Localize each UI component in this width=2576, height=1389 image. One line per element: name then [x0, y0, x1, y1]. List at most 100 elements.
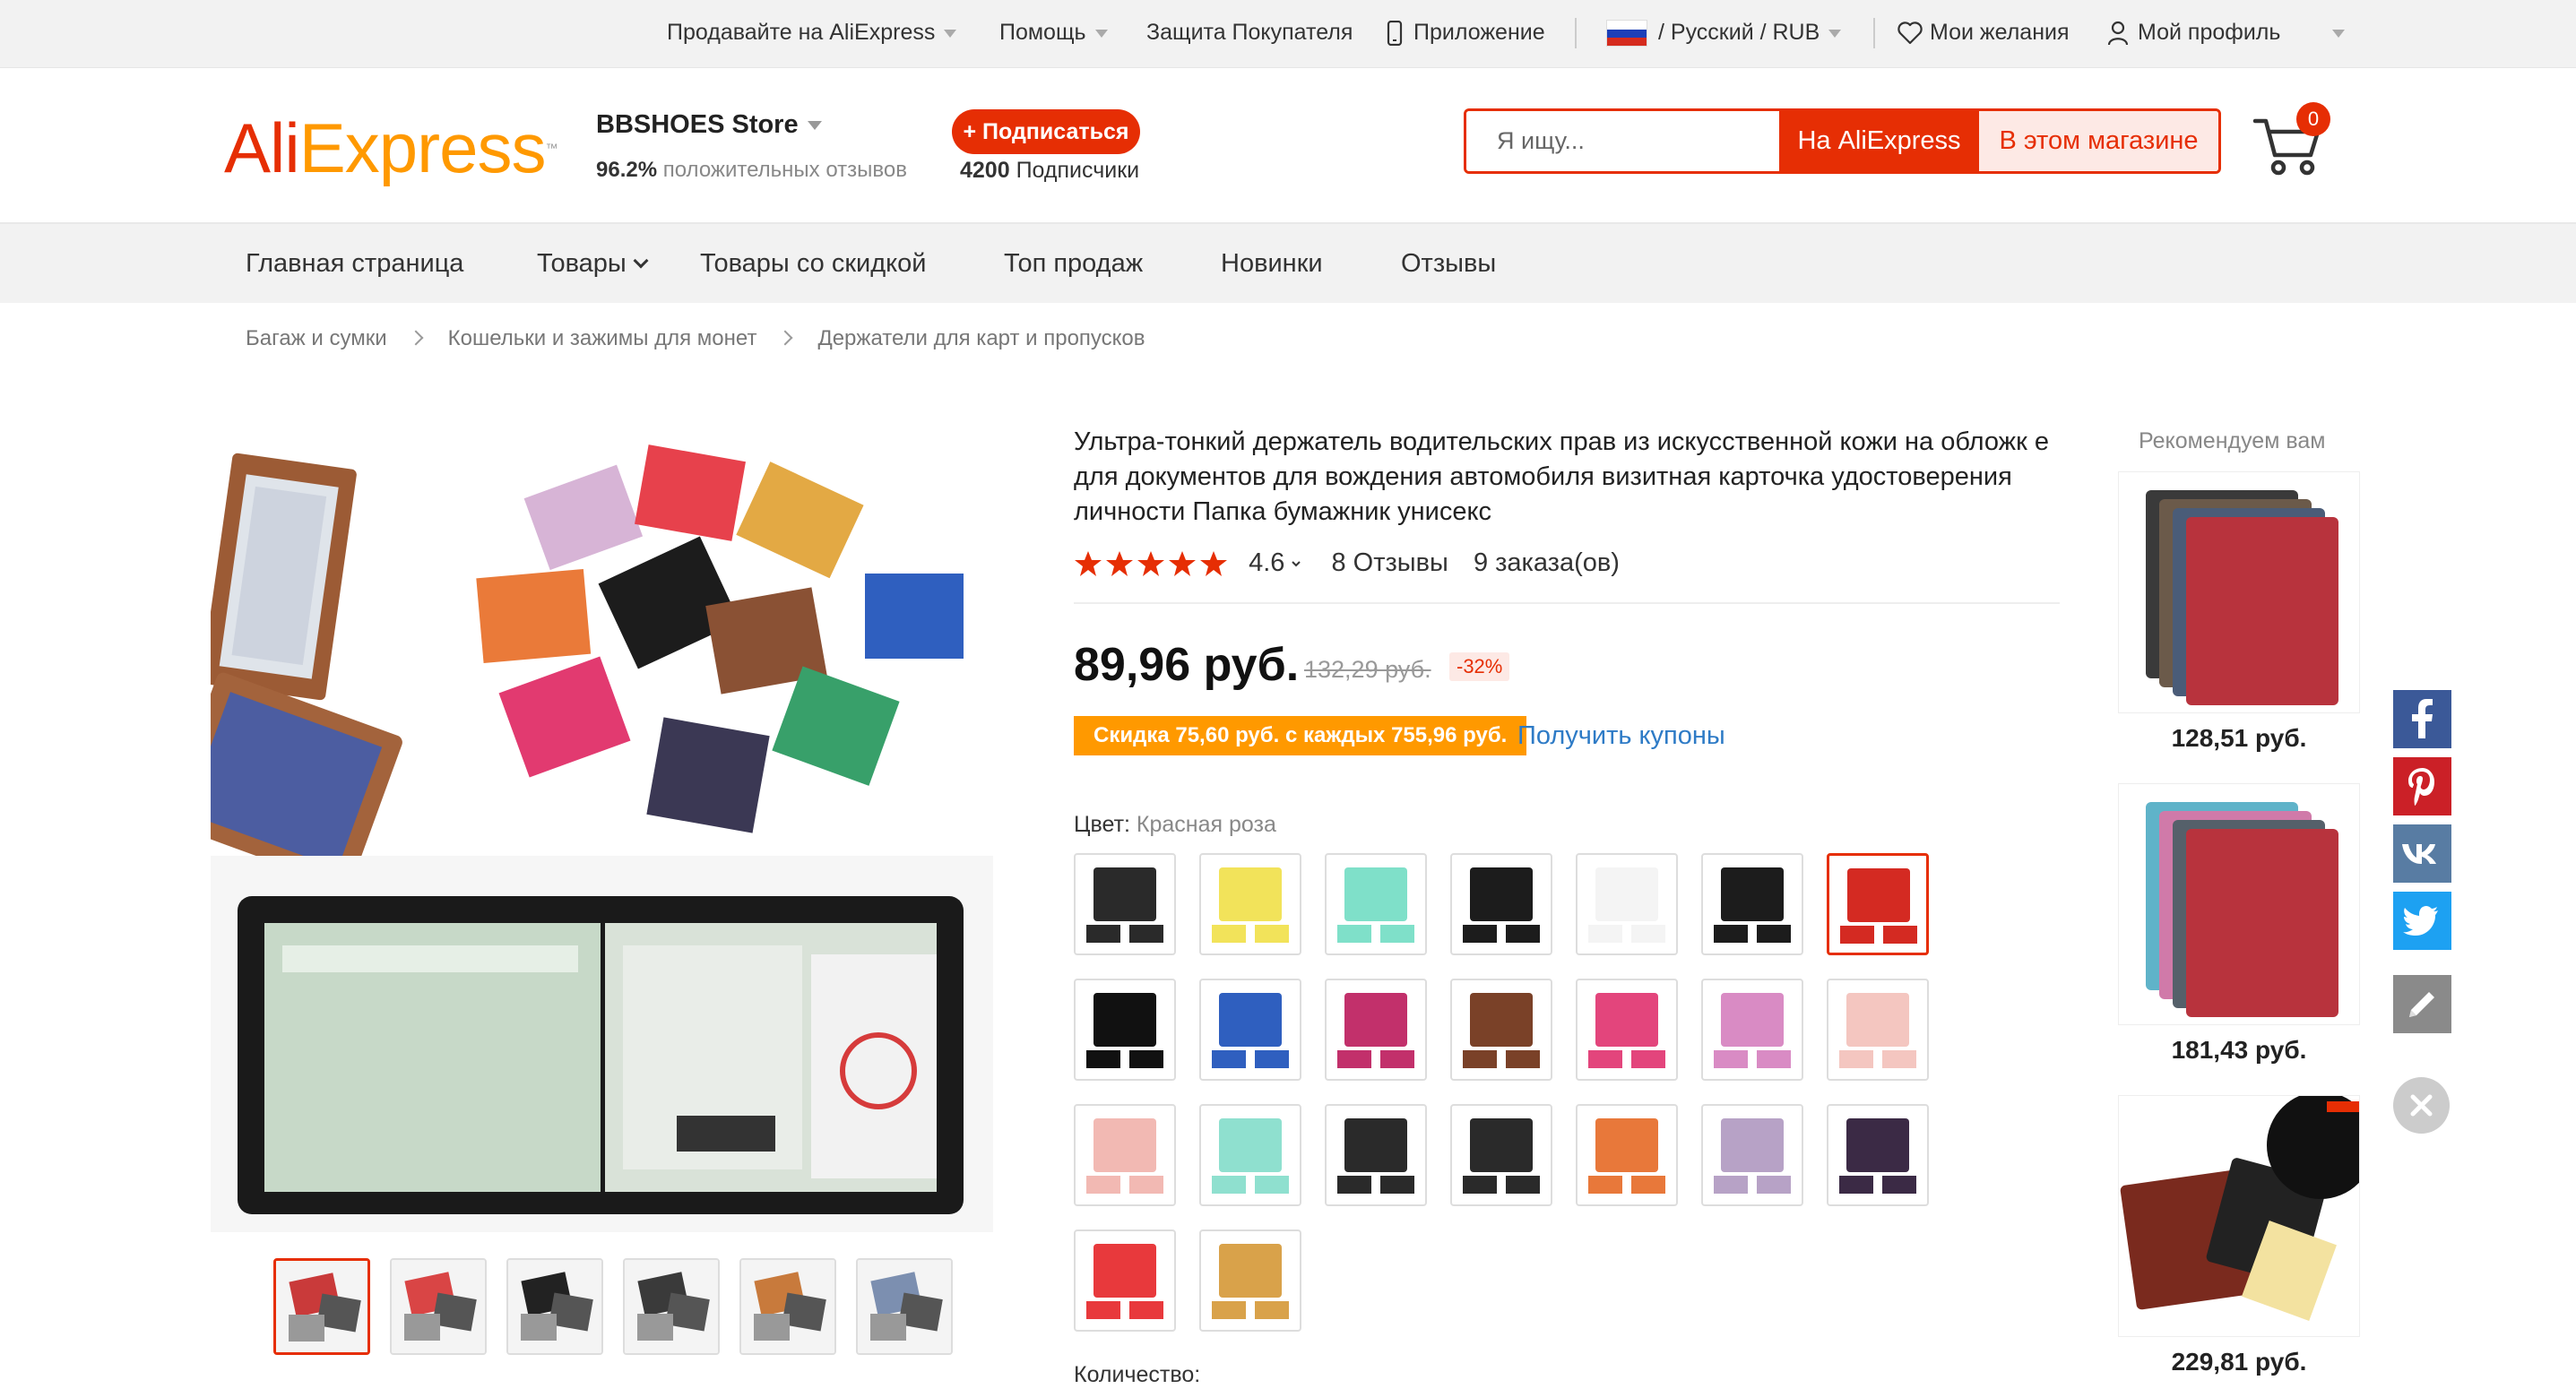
thumbnail[interactable]	[856, 1258, 953, 1355]
color-swatch[interactable]	[1701, 853, 1803, 955]
color-swatch[interactable]	[1450, 979, 1552, 1081]
breadcrumb-item[interactable]: Кошельки и зажимы для монет	[448, 326, 757, 350]
color-swatch[interactable]	[1199, 1104, 1301, 1206]
language-currency-selector[interactable]: / Русский / RUB	[1606, 0, 1842, 68]
rating-value[interactable]: 4.6	[1249, 548, 1302, 577]
thumbnail-image	[276, 1261, 367, 1352]
product-main-image[interactable]	[211, 426, 993, 1232]
thumbnail-image	[508, 1260, 601, 1353]
thumbnail[interactable]	[390, 1258, 487, 1355]
color-swatch[interactable]	[1450, 853, 1552, 955]
color-swatch-image	[1839, 993, 1916, 1068]
color-swatch[interactable]	[1325, 979, 1427, 1081]
aliexpress-logo[interactable]: AliExpress™	[224, 108, 558, 188]
vk-share-button[interactable]	[2393, 824, 2451, 883]
divider	[1074, 602, 2060, 604]
chevron-right-icon	[777, 330, 793, 346]
nav-item-top-sales[interactable]: Топ продаж	[1004, 224, 1143, 303]
nav-item-reviews[interactable]: Отзывы	[1401, 224, 1496, 303]
breadcrumb-item[interactable]: Багаж и сумки	[246, 326, 387, 350]
color-swatch-image	[1463, 1118, 1540, 1194]
color-swatch[interactable]	[1827, 979, 1929, 1081]
thumbnail[interactable]	[273, 1258, 370, 1355]
recommend-price: 229,81 руб.	[2171, 1348, 2307, 1376]
color-swatch-image	[1337, 993, 1414, 1068]
thumbnail[interactable]	[623, 1258, 720, 1355]
color-swatch-image	[1086, 1244, 1163, 1319]
edit-share-button[interactable]	[2393, 975, 2451, 1033]
color-swatch[interactable]	[1074, 979, 1176, 1081]
color-swatch[interactable]	[1325, 853, 1427, 955]
twitter-share-button[interactable]	[2393, 892, 2451, 950]
color-swatch-image	[1086, 993, 1163, 1068]
help-link[interactable]: Помощь	[999, 0, 1108, 68]
color-swatch[interactable]	[1701, 979, 1803, 1081]
buyer-protection-link[interactable]: Защита Покупателя	[1146, 0, 1353, 68]
nav-item-home[interactable]: Главная страница	[246, 224, 463, 303]
breadcrumb-item[interactable]: Держатели для карт и пропусков	[817, 326, 1145, 350]
recommend-image	[2146, 490, 2338, 705]
color-swatch-image	[1212, 1244, 1289, 1319]
profile-dropdown[interactable]	[2323, 0, 2345, 68]
close-social-button[interactable]	[2393, 1077, 2450, 1134]
color-swatch[interactable]	[1199, 979, 1301, 1081]
get-coupons-link[interactable]: Получить купоны	[1517, 717, 1725, 755]
star-rating	[1074, 548, 1231, 577]
star-icon	[1075, 551, 1102, 577]
recommend-card[interactable]	[2118, 471, 2360, 713]
profile-link[interactable]: Мой профиль	[2107, 0, 2280, 68]
color-swatch[interactable]	[1576, 979, 1678, 1081]
phone-icon	[1387, 21, 1403, 47]
color-swatch[interactable]	[1576, 1104, 1678, 1206]
color-swatch[interactable]	[1701, 1104, 1803, 1206]
wishlist-link[interactable]: Мои желания	[1897, 0, 2070, 68]
color-swatch[interactable]	[1576, 853, 1678, 955]
color-swatch[interactable]	[1199, 853, 1301, 955]
recommend-card[interactable]	[2118, 783, 2360, 1025]
current-price: 89,96 руб.	[1074, 639, 1300, 691]
pinterest-share-button[interactable]	[2393, 757, 2451, 815]
color-swatch[interactable]	[1199, 1229, 1301, 1332]
recommend-card[interactable]	[2118, 1095, 2360, 1337]
nav-item-products[interactable]: Товары	[537, 224, 649, 303]
top-bar: Продавайте на AliExpress Помощь Защита П…	[0, 0, 2576, 68]
store-name[interactable]: BBSHOES Store	[596, 110, 822, 140]
sell-on-aliexpress-link[interactable]: Продавайте на AliExpress	[667, 0, 957, 68]
chevron-down-icon	[2332, 29, 2345, 38]
search-input[interactable]	[1466, 111, 1779, 171]
color-swatch[interactable]	[1450, 1104, 1552, 1206]
color-swatch[interactable]	[1074, 1104, 1176, 1206]
orders-count: 9 заказа(ов)	[1473, 548, 1620, 577]
chevron-down-icon	[633, 253, 649, 269]
header: AliExpress™ BBSHOES Store 96.2% положите…	[0, 68, 2576, 224]
subscribe-button[interactable]: + Подписаться	[952, 109, 1140, 154]
logo-text-express: Express	[298, 108, 547, 187]
nav-item-sale[interactable]: Товары со скидкой	[700, 224, 926, 303]
nav-item-new[interactable]: Новинки	[1221, 224, 1323, 303]
thumbnail-photo	[276, 1261, 367, 1352]
app-link[interactable]: Приложение	[1387, 0, 1545, 68]
thumbnail-photo	[858, 1260, 951, 1353]
chevron-down-icon	[1292, 561, 1301, 567]
star-icon	[1137, 551, 1164, 577]
color-swatch[interactable]	[1325, 1104, 1427, 1206]
color-swatch[interactable]	[1074, 1229, 1176, 1332]
star-icon	[1200, 551, 1227, 577]
recommend-image	[2146, 802, 2338, 1017]
search-store-button[interactable]: В этом магазине	[1979, 111, 2218, 171]
thumbnail-photo	[508, 1260, 601, 1353]
color-swatch[interactable]	[1074, 853, 1176, 955]
rating-value-label: 4.6	[1249, 548, 1285, 577]
color-swatch-image	[1714, 1118, 1791, 1194]
store-name-label: BBSHOES Store	[596, 110, 799, 139]
reviews-link[interactable]: 8 Отзывы	[1331, 548, 1448, 577]
pencil-icon	[2409, 992, 2434, 1017]
thumbnail[interactable]	[739, 1258, 836, 1355]
facebook-share-button[interactable]	[2393, 690, 2451, 748]
color-swatch[interactable]	[1827, 853, 1929, 955]
user-icon	[2107, 22, 2129, 46]
chevron-down-icon	[807, 121, 822, 131]
search-aliexpress-button[interactable]: На AliExpress	[1779, 111, 1979, 171]
color-swatch[interactable]	[1827, 1104, 1929, 1206]
thumbnail[interactable]	[506, 1258, 603, 1355]
